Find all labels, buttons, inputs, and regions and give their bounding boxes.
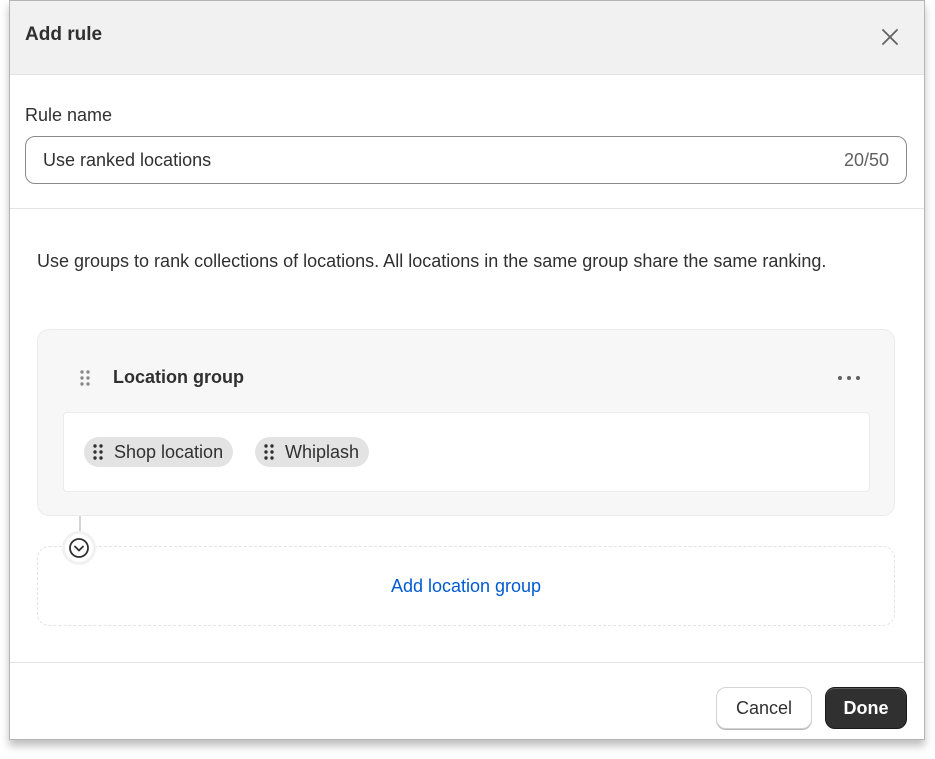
modal-header: Add rule	[10, 1, 924, 75]
description-text: Use groups to rank collections of locati…	[37, 251, 827, 271]
group-connector-line	[79, 516, 81, 536]
connector-toggle-button[interactable]	[65, 534, 93, 562]
close-button[interactable]	[876, 23, 904, 51]
location-chip-label: Shop location	[114, 441, 224, 462]
more-horizontal-icon	[838, 376, 860, 380]
location-chip-label: Whiplash	[285, 441, 360, 462]
close-icon	[882, 29, 898, 45]
drag-handle-icon	[92, 443, 104, 461]
footer-divider	[10, 662, 924, 663]
rule-name-input[interactable]	[43, 137, 803, 183]
add-rule-modal: Add rule Rule name 20/50 Use groups to r…	[9, 0, 925, 740]
cancel-button[interactable]: Cancel	[716, 687, 812, 729]
add-location-group-area[interactable]: Add location group	[37, 546, 895, 626]
done-button[interactable]: Done	[825, 687, 907, 729]
location-chip-shop-location[interactable]: Shop location	[84, 437, 234, 467]
location-group-card: Location group Shop location Whiplash	[37, 329, 895, 516]
group-menu-button[interactable]	[834, 366, 864, 390]
location-chip-whiplash[interactable]: Whiplash	[255, 437, 370, 467]
rule-name-label: Rule name	[25, 105, 113, 125]
section-divider	[10, 208, 924, 209]
chevron-down-circle-icon	[69, 538, 89, 558]
add-location-group-link[interactable]: Add location group	[391, 576, 541, 597]
modal-title: Add rule	[25, 24, 103, 45]
rule-name-field[interactable]: 20/50	[25, 136, 907, 184]
drag-handle-icon[interactable]	[79, 369, 91, 392]
character-count: 20/50	[843, 150, 889, 170]
drag-handle-icon	[263, 443, 275, 461]
location-group-body: Shop location Whiplash	[63, 412, 870, 492]
location-group-title: Location group	[113, 367, 244, 387]
